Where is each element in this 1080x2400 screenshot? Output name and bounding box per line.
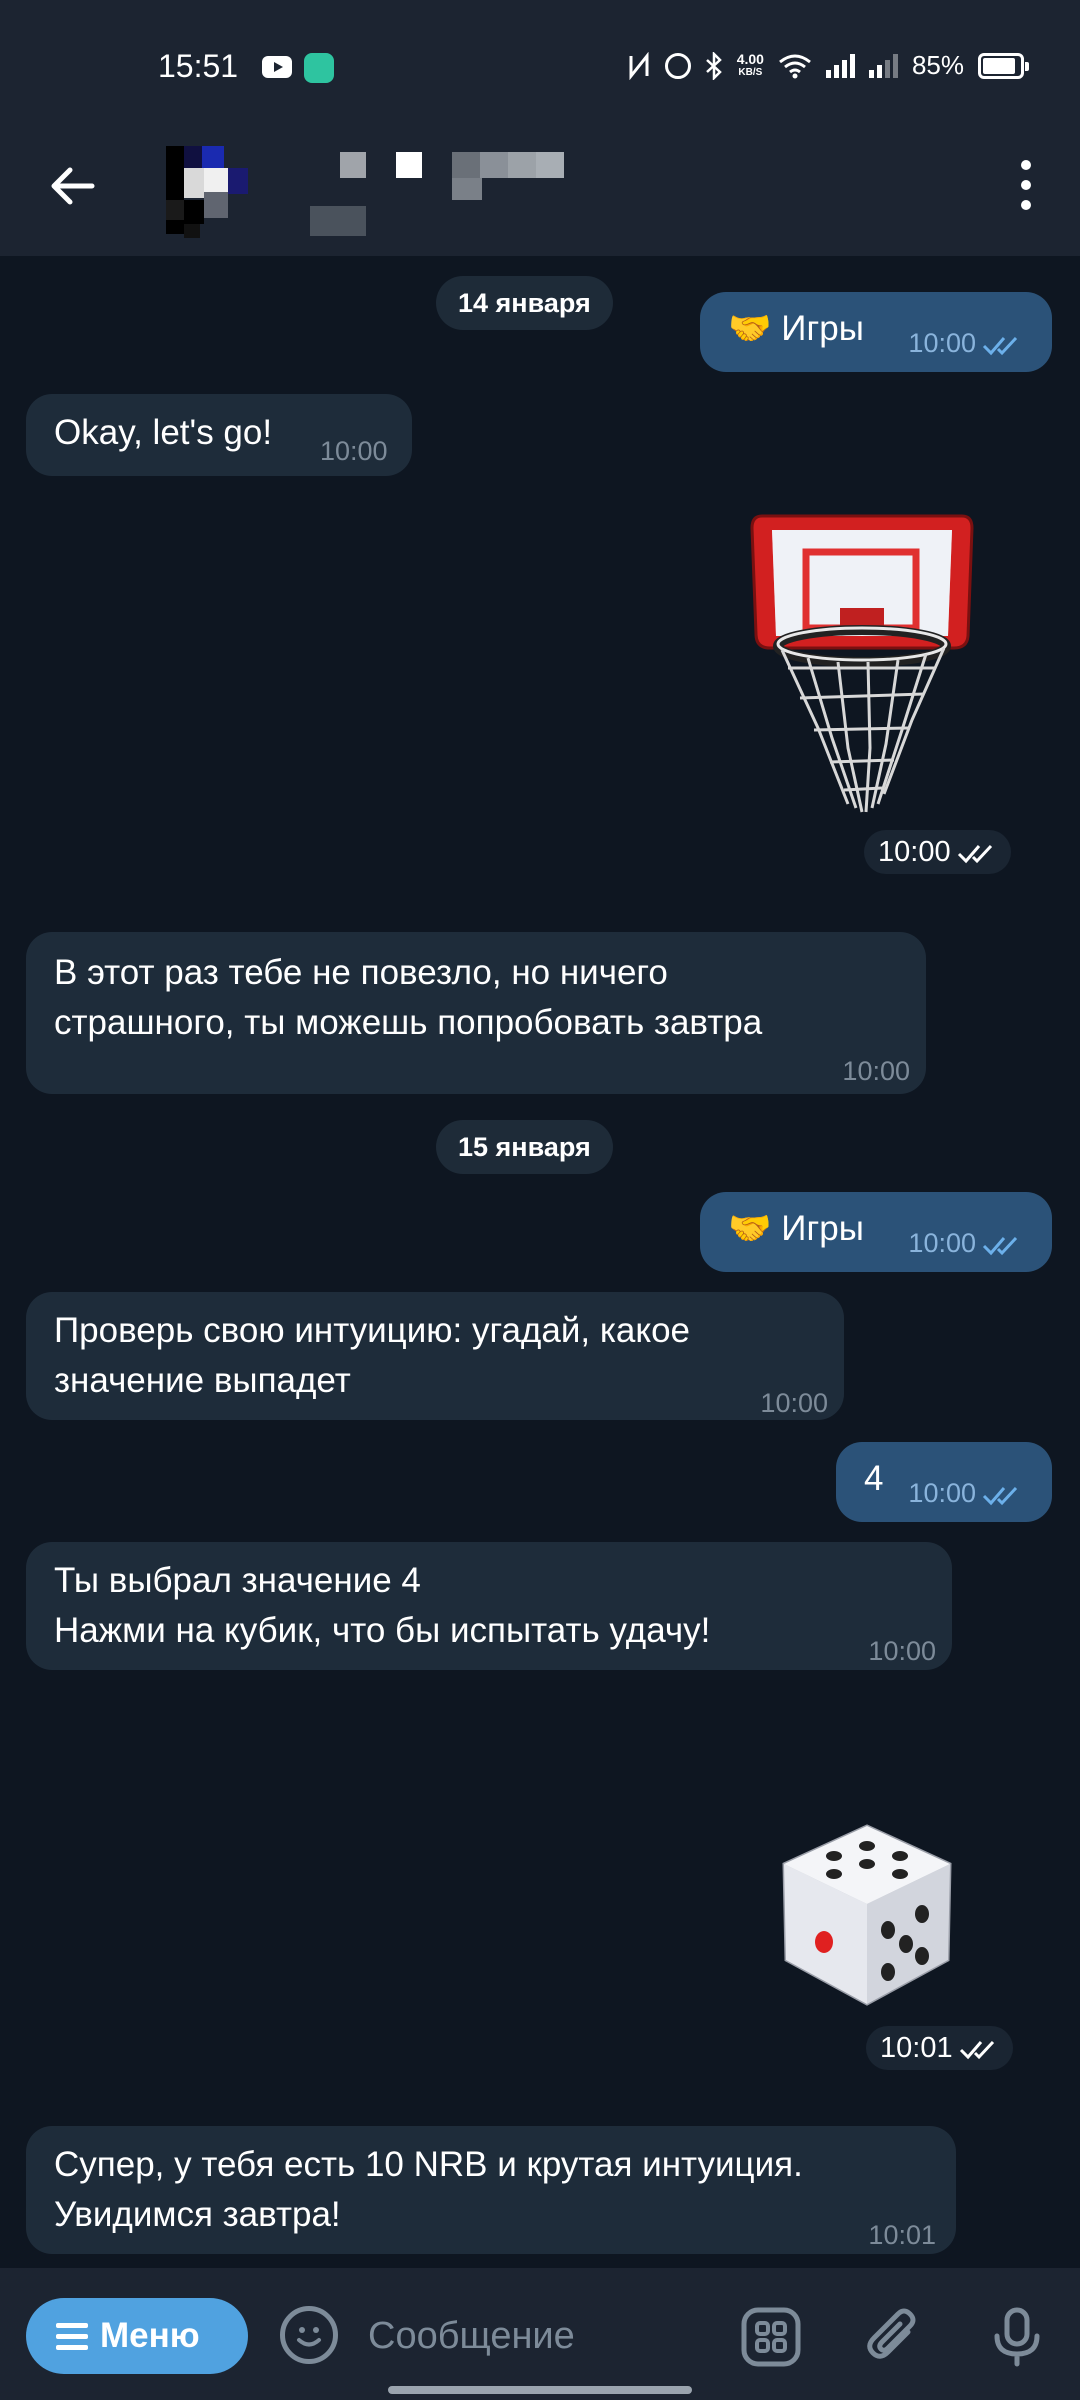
- double-check-icon: [982, 336, 1018, 356]
- dice-sticker[interactable]: [772, 1820, 962, 2010]
- status-time: 15:51: [158, 48, 239, 84]
- double-check-icon: [959, 2041, 994, 2060]
- sticker-time-chip: 10:01: [866, 2026, 1013, 2070]
- status-icons: 4.00 KB/S 85%: [627, 50, 1029, 81]
- emoji-icon[interactable]: [280, 2306, 338, 2364]
- message-text: 🤝 Игры: [728, 309, 864, 348]
- date-chip: 15 января: [436, 1120, 613, 1174]
- date-chip: 14 января: [436, 276, 613, 330]
- basketball-hoop-sticker[interactable]: [748, 508, 982, 818]
- message-meta: 10:00: [908, 318, 1022, 368]
- app-icon: [304, 53, 334, 83]
- menu-icon: [56, 2317, 88, 2356]
- menu-label: Меню: [100, 2316, 200, 2355]
- message-text: Ты выбрал значение 4 Нажми на кубик, что…: [54, 1561, 711, 1650]
- double-check-icon: [957, 845, 992, 864]
- bluetooth-icon: [705, 51, 722, 80]
- attach-icon[interactable]: [864, 2306, 926, 2368]
- message-time: 10:00: [908, 1478, 976, 1508]
- message-text: 🤝 Игры: [728, 1209, 864, 1248]
- net-speed-unit: KB/S: [738, 66, 763, 78]
- message-time: 10:00: [908, 1228, 976, 1258]
- mic-icon[interactable]: [986, 2306, 1048, 2368]
- chat-area[interactable]: 14 января 🤝 Игры 10:00 Okay, let's go! 1…: [0, 256, 1080, 2256]
- message-bubble-out[interactable]: 4 10:00: [836, 1442, 1052, 1522]
- more-vert-icon[interactable]: [1018, 160, 1034, 216]
- message-time: 10:00: [868, 1636, 936, 1666]
- message-text: 4: [864, 1459, 884, 1498]
- message-time: 10:00: [878, 836, 951, 868]
- net-speed: 4.00 KB/S: [737, 52, 764, 80]
- menu-button[interactable]: Меню: [26, 2298, 248, 2374]
- message-time: 10:00: [908, 328, 976, 358]
- chat-header: [0, 130, 1080, 256]
- double-check-icon: [982, 1236, 1018, 1256]
- youtube-icon: [262, 56, 292, 78]
- avatar[interactable]: [166, 138, 286, 248]
- message-bubble-out[interactable]: 🤝 Игры 10:00: [700, 292, 1052, 372]
- message-input[interactable]: [368, 2310, 708, 2362]
- message-text: В этот раз тебе не повезло, но ничего ст…: [54, 953, 763, 1042]
- message-time: 10:00: [320, 436, 388, 466]
- apps-icon[interactable]: [740, 2306, 802, 2368]
- nfc-icon: [629, 51, 649, 80]
- sticker-time-chip: 10:00: [864, 830, 1011, 874]
- message-time: 10:00: [842, 1056, 910, 1086]
- message-bubble-in[interactable]: Проверь свою интуицию: угадай, какое зна…: [26, 1292, 844, 1420]
- message-bubble-in[interactable]: Okay, let's go! 10:00: [26, 394, 412, 476]
- composer-bar: Меню: [0, 2268, 1080, 2400]
- net-speed-value: 4.00: [736, 50, 764, 67]
- message-meta: 10:00: [908, 1468, 1022, 1518]
- message-time: 10:00: [760, 1388, 828, 1418]
- message-text: Проверь свою интуицию: угадай, какое зна…: [54, 1311, 690, 1400]
- message-meta: 10:00: [908, 1218, 1022, 1268]
- alarm-icon: [664, 52, 691, 79]
- message-time: 10:01: [880, 2032, 953, 2064]
- message-text: Супер, у тебя есть 10 NRB и крутая интуи…: [54, 2145, 803, 2234]
- message-bubble-in[interactable]: Супер, у тебя есть 10 NRB и крутая интуи…: [26, 2126, 956, 2254]
- battery-icon: [978, 52, 1029, 79]
- message-bubble-in[interactable]: В этот раз тебе не повезло, но ничего ст…: [26, 932, 926, 1094]
- contact-name-redacted[interactable]: [310, 140, 640, 240]
- back-arrow-icon[interactable]: [46, 160, 98, 212]
- signal-icon: [825, 53, 855, 78]
- home-indicator[interactable]: [388, 2386, 692, 2394]
- message-time: 10:01: [868, 2220, 936, 2250]
- message-text: Okay, let's go!: [54, 413, 273, 452]
- double-check-icon: [982, 1486, 1018, 1506]
- message-bubble-out[interactable]: 🤝 Игры 10:00: [700, 1192, 1052, 1272]
- wifi-icon: [779, 54, 811, 78]
- status-bar: 15:51 4.00 KB/S 85%: [0, 0, 1080, 130]
- battery-percent: 85%: [911, 50, 964, 80]
- signal-icon: [868, 53, 898, 78]
- message-bubble-in[interactable]: Ты выбрал значение 4 Нажми на кубик, что…: [26, 1542, 952, 1670]
